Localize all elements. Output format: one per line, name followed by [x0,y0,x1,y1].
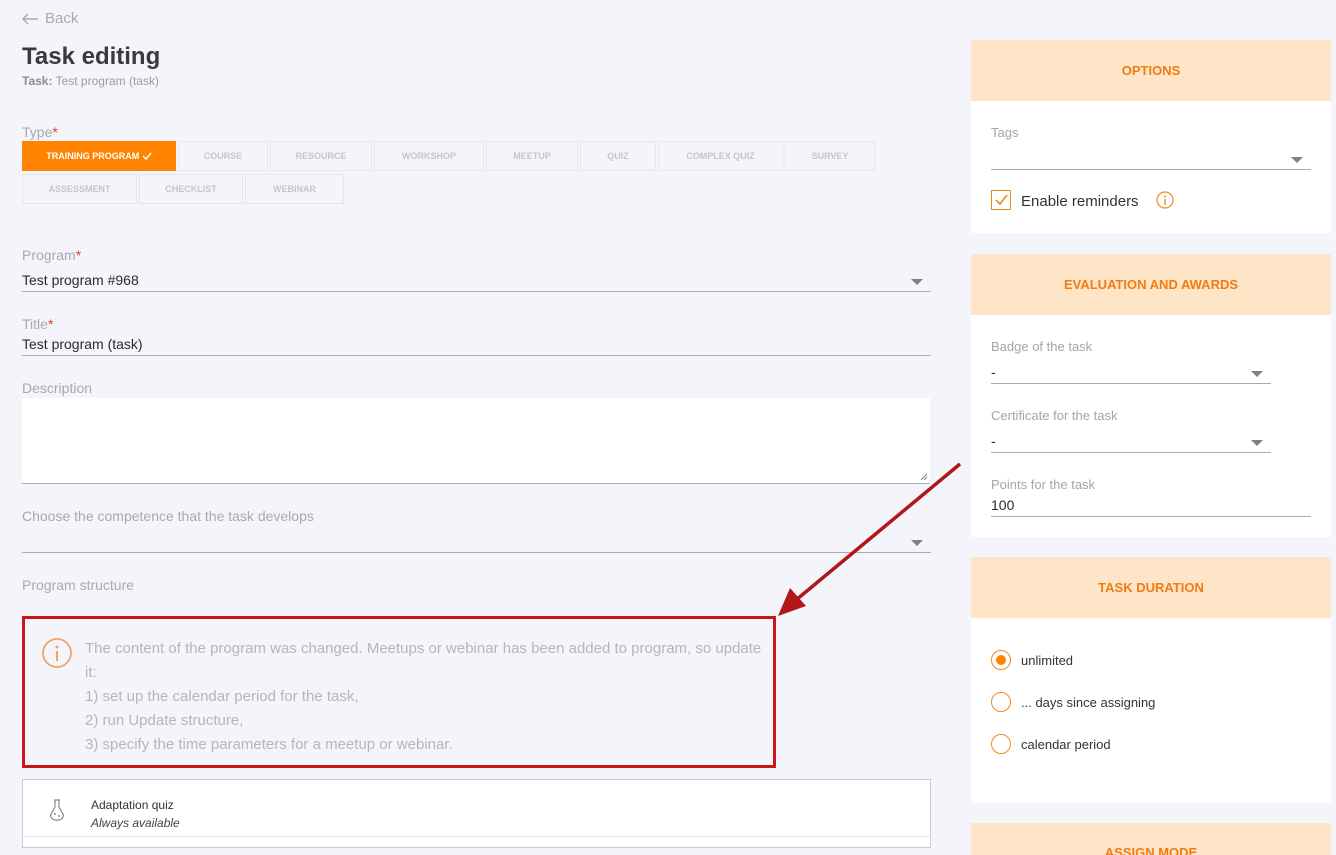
radio-unlimited-label: unlimited [1021,653,1074,668]
title-value: Test program (task) [22,336,143,352]
radio-unlimited[interactable] [991,650,1011,670]
program-label: Program* [22,247,82,263]
back-label: Back [45,10,79,27]
arrow-left-icon [22,13,38,24]
type-quiz[interactable]: QUIZ [580,141,656,171]
badge-select[interactable]: - [991,360,1271,384]
assign-mode-title: ASSIGN MODE [1104,845,1198,855]
task-subtitle: Task: Test program (task) [22,74,159,88]
title-input[interactable]: Test program (task) [22,332,931,356]
notice-text: The content of the program was changed. … [85,640,762,753]
item-name: Adaptation quiz [91,798,174,812]
program-changed-notice: The content of the program was changed. … [22,616,776,768]
caret-down-icon [1291,157,1303,163]
program-value: Test program #968 [22,272,139,288]
type-label: Type* [22,124,58,140]
points-input[interactable]: 100 [991,493,1311,517]
duration-panel: TASK DURATION unlimited ... days since a… [971,557,1331,803]
type-webinar[interactable]: WEBINAR [245,174,344,204]
badge-label: Badge of the task [991,339,1093,354]
info-icon[interactable] [1156,191,1174,209]
evaluation-panel: EVALUATION AND AWARDS Badge of the task … [971,254,1331,537]
competence-label: Choose the competence that the task deve… [22,508,314,524]
caret-down-icon [1251,440,1263,446]
caret-down-icon [911,279,923,285]
type-survey[interactable]: SURVEY [785,141,875,171]
resize-handle-icon[interactable] [920,473,928,481]
structure-list: Adaptation quiz Always available [22,779,931,848]
structure-label: Program structure [22,577,135,593]
tags-select[interactable] [991,146,1311,170]
check-icon [995,194,1008,206]
type-checklist[interactable]: CHECKLIST [139,174,243,204]
page-title: Task editing [22,43,161,70]
options-title: OPTIONS [971,40,1331,101]
caret-down-icon [1251,371,1263,377]
list-item[interactable]: Adaptation quiz Always available [23,780,930,837]
description-label: Description [22,380,93,396]
points-label: Points for the task [991,477,1096,492]
flask-icon [49,799,65,821]
type-resource[interactable]: RESOURCE [270,141,372,171]
type-meetup[interactable]: MEETUP [486,141,578,171]
assign-mode-panel: ASSIGN MODE [971,823,1331,855]
title-label: Title* [22,316,54,332]
reminders-label: Enable reminders [1021,193,1139,210]
radio-calendar-period[interactable] [991,734,1011,754]
tags-label: Tags [991,125,1019,140]
options-panel: OPTIONS Tags Enable reminders [971,40,1331,233]
type-assessment[interactable]: ASSESSMENT [22,174,137,204]
type-course[interactable]: COURSE [178,141,268,171]
caret-down-icon [911,540,923,546]
type-workshop[interactable]: WORKSHOP [374,141,484,171]
type-training-program[interactable]: TRAINING PROGRAM [22,141,176,171]
program-select[interactable]: Test program #968 [22,268,931,292]
radio-calendar-label: calendar period [1021,737,1111,752]
reminders-checkbox[interactable] [991,190,1011,210]
item-availability: Always available [91,816,180,830]
evaluation-title: EVALUATION AND AWARDS [971,254,1331,315]
radio-days-label: ... days since assigning [1021,695,1156,710]
back-link[interactable]: Back [22,10,78,27]
check-icon [142,152,152,160]
duration-title: TASK DURATION [971,557,1331,618]
competence-select[interactable] [22,529,931,553]
type-complex-quiz[interactable]: COMPLEX QUIZ [658,141,783,171]
certificate-select[interactable]: - [991,429,1271,453]
radio-days-since-assigning[interactable] [991,692,1011,712]
certificate-label: Certificate for the task [991,408,1118,423]
description-textarea[interactable] [22,398,930,484]
info-icon [42,638,72,668]
